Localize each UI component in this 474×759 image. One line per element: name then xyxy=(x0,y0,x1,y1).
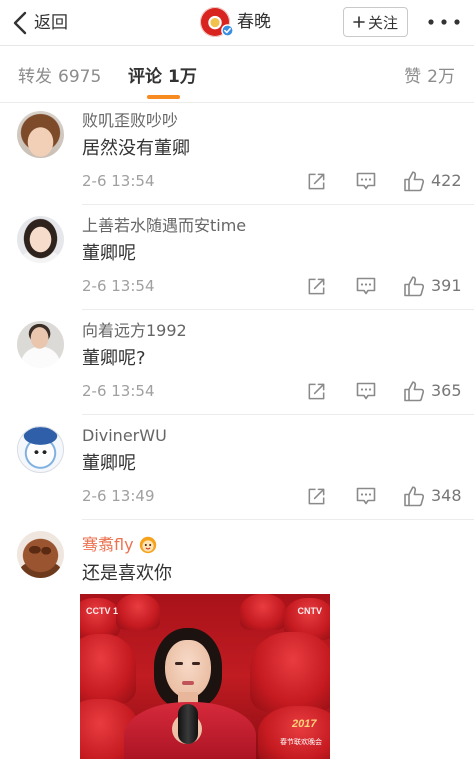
verified-badge-icon xyxy=(221,24,234,37)
like-icon xyxy=(403,380,425,402)
reply-button[interactable] xyxy=(355,380,377,402)
comment-text: 居然没有董卿 xyxy=(82,138,190,159)
like-icon xyxy=(403,275,425,297)
avatar[interactable] xyxy=(17,426,64,473)
photo-seat xyxy=(240,594,286,630)
tab-label: 赞 xyxy=(404,67,422,87)
comment-text: 董卿呢 xyxy=(82,453,136,474)
comment-time: 2-6 13:54 xyxy=(82,382,155,400)
tab-bar: 转发 6975 评论 1万 赞 2万 xyxy=(0,46,474,103)
commenter-name[interactable]: 上善若水随遇而安time xyxy=(82,215,246,237)
commenter-name[interactable]: 败叽歪败吵吵 xyxy=(82,110,178,132)
comment-item: 向着远方1992 董卿呢? 2-6 13:54 365 xyxy=(0,310,474,415)
tab-count: 2万 xyxy=(427,67,455,87)
tab-label: 转发 xyxy=(18,67,52,87)
avatar[interactable] xyxy=(17,216,64,263)
gala-year-logo: 2017 xyxy=(292,718,317,730)
forward-button[interactable] xyxy=(306,485,327,507)
comment-text: 还是喜欢你 xyxy=(82,563,172,584)
reply-button[interactable] xyxy=(355,170,377,192)
forward-icon xyxy=(306,276,327,297)
reply-button[interactable] xyxy=(355,275,377,297)
follow-button[interactable]: 关注 xyxy=(343,7,408,37)
like-button[interactable]: 422 xyxy=(403,170,462,192)
comment-text: 董卿呢? xyxy=(82,348,146,369)
photo-seat xyxy=(80,634,136,704)
photo-host-eye xyxy=(192,662,200,665)
avatar[interactable] xyxy=(17,531,64,578)
forward-button[interactable] xyxy=(306,275,327,297)
like-icon xyxy=(403,485,425,507)
comment-item: 败叽歪败吵吵 居然没有董卿 2-6 13:54 422 xyxy=(0,103,474,205)
photo-seat xyxy=(80,598,120,638)
photo-seat xyxy=(258,706,330,759)
photo-host-face xyxy=(165,640,211,698)
account-header[interactable]: 春晚 xyxy=(198,0,288,45)
photo-seat xyxy=(116,594,160,630)
avatar[interactable] xyxy=(17,111,64,158)
member-badge-icon[interactable] xyxy=(139,536,157,554)
like-icon xyxy=(403,170,425,192)
comment-item: DivinerWU 董卿呢 2-6 13:49 348 xyxy=(0,415,474,520)
photo-host-eye xyxy=(175,662,183,665)
tab-count: 1万 xyxy=(168,67,197,87)
like-button[interactable]: 348 xyxy=(403,485,462,507)
like-button[interactable]: 391 xyxy=(403,275,462,297)
photo-seat xyxy=(250,632,330,712)
channel-logo: CCTV 1 xyxy=(86,606,119,616)
comment-item: 骞翥fly 还是喜欢你 CCTV 1 CNTV 2017 春节联欢晚会 xyxy=(0,520,474,759)
comment-time: 2-6 13:54 xyxy=(82,277,155,295)
commenter-name[interactable]: DivinerWU xyxy=(82,425,167,447)
like-count: 365 xyxy=(431,381,462,400)
tab-label: 评论 xyxy=(128,67,162,87)
tab-reposts[interactable]: 转发 6975 xyxy=(18,65,101,89)
tab-count: 6975 xyxy=(58,67,102,87)
back-label: 返回 xyxy=(34,12,68,33)
forward-button[interactable] xyxy=(306,170,327,192)
forward-icon xyxy=(306,171,327,192)
comment-icon xyxy=(355,485,377,507)
account-name: 春晚 xyxy=(237,12,271,32)
comment-image[interactable]: CCTV 1 CNTV 2017 春节联欢晚会 xyxy=(80,594,330,759)
photo-host-mouth xyxy=(182,681,194,685)
photo-microphone xyxy=(178,704,198,744)
like-count: 391 xyxy=(431,276,462,295)
comment-icon xyxy=(355,380,377,402)
comment-text: 董卿呢 xyxy=(82,243,136,264)
tab-comments[interactable]: 评论 1万 xyxy=(128,65,197,89)
more-icon xyxy=(426,12,462,32)
forward-icon xyxy=(306,486,327,507)
plus-icon xyxy=(353,16,365,28)
commenter-name-line: 骞翥fly xyxy=(82,534,157,556)
gala-program-logo: 春节联欢晚会 xyxy=(280,739,322,746)
follow-label: 关注 xyxy=(367,13,398,32)
more-button[interactable] xyxy=(426,12,462,32)
comment-time: 2-6 13:54 xyxy=(82,172,155,190)
like-count: 422 xyxy=(431,171,462,190)
commenter-name[interactable]: 向着远方1992 xyxy=(82,320,187,342)
nav-bar: 返回 春晚 关注 xyxy=(0,0,474,46)
back-button[interactable]: 返回 xyxy=(12,0,68,45)
site-logo: CNTV xyxy=(297,606,323,616)
comment-icon xyxy=(355,275,377,297)
forward-button[interactable] xyxy=(306,380,327,402)
comment-list: 败叽歪败吵吵 居然没有董卿 2-6 13:54 422 上善若水随遇而安time… xyxy=(0,103,474,759)
comment-icon xyxy=(355,170,377,192)
like-button[interactable]: 365 xyxy=(403,380,462,402)
forward-icon xyxy=(306,381,327,402)
commenter-name[interactable]: 骞翥fly xyxy=(82,534,134,556)
avatar[interactable] xyxy=(17,321,64,368)
active-tab-indicator xyxy=(147,95,180,99)
reply-button[interactable] xyxy=(355,485,377,507)
chevron-left-icon xyxy=(12,11,28,35)
comment-time: 2-6 13:49 xyxy=(82,487,155,505)
like-count: 348 xyxy=(431,486,462,505)
tab-likes[interactable]: 赞 2万 xyxy=(404,65,455,89)
comment-item: 上善若水随遇而安time 董卿呢 2-6 13:54 391 xyxy=(0,205,474,310)
